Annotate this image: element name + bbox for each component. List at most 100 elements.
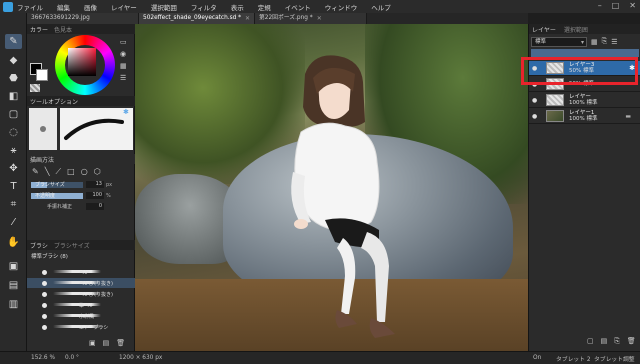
menu-file[interactable]: ファイル <box>17 2 43 12</box>
brush-tip-preview[interactable] <box>29 108 57 150</box>
freehand-icon[interactable]: ✎ <box>32 167 39 177</box>
stabilizer-slider[interactable]: 手振れ補正 <box>31 204 83 210</box>
zoom-level[interactable]: 152.6 % <box>31 355 55 361</box>
brush-size-row: ブラシサイズ 13 px <box>31 180 131 189</box>
visibility-icon[interactable]: ● <box>532 113 540 120</box>
layer-row[interactable]: ● レイヤー1 100% 標準 ▬ <box>529 109 640 124</box>
layer-copy-icon[interactable]: ⎘ <box>614 337 620 346</box>
crop-tool-icon[interactable]: ⌗ <box>5 197 22 212</box>
layer-opacity-slider[interactable] <box>531 49 639 57</box>
brush-control-header: ツールオプション <box>27 96 135 106</box>
menu-selection[interactable]: 選択範囲 <box>151 2 177 12</box>
lasso-tool-icon[interactable]: ◌ <box>5 125 22 140</box>
menu-event[interactable]: イベント <box>285 2 311 12</box>
menu-window[interactable]: ウィンドウ <box>325 2 358 12</box>
visibility-icon[interactable]: ● <box>532 97 540 104</box>
brush-settings-icon[interactable]: ✱ <box>123 108 129 116</box>
fill-tool-icon[interactable]: ⬣ <box>5 71 22 86</box>
menu-edit[interactable]: 編集 <box>57 2 70 12</box>
brush-item[interactable]: 水彩風 <box>27 311 135 321</box>
add-brush-icon[interactable]: ▣ <box>89 339 96 347</box>
rect-select-icon[interactable]: ▢ <box>5 107 22 122</box>
color-slider-mode-icon[interactable]: ▦ <box>120 62 127 70</box>
polygon-shape-icon[interactable]: ⬡ <box>94 167 101 177</box>
stabilizer-value[interactable]: 0 <box>86 203 104 210</box>
layer-row[interactable]: ● レイヤー 100% 標準 <box>529 93 640 108</box>
transparent-color-swatch[interactable] <box>30 84 40 92</box>
opacity-value[interactable]: 100 <box>86 192 104 199</box>
menu-ruler[interactable]: 定規 <box>258 2 271 12</box>
pen-tool-icon[interactable]: ✎ <box>5 34 22 49</box>
color-wheel-mode-icon[interactable]: ◉ <box>120 50 126 58</box>
layer-folder-icon[interactable]: ▤ <box>601 337 608 346</box>
brush-size-slider[interactable]: ブラシサイズ <box>31 181 83 188</box>
lock-icon[interactable]: ▦ <box>591 38 598 46</box>
tab-selection-range[interactable]: 選択範囲 <box>564 25 588 34</box>
line-icon[interactable]: ╲ <box>45 167 50 177</box>
layer-lock-icon[interactable]: ▬ <box>625 113 631 120</box>
layer-menu-icon[interactable]: ☰ <box>611 38 617 46</box>
text-tool-icon[interactable]: T <box>5 179 22 194</box>
clip-icon[interactable]: ⎘ <box>602 37 608 46</box>
delete-layer-icon[interactable]: 🗑 <box>627 337 636 346</box>
brush-item[interactable]: ペン(入り抜き) <box>27 289 135 299</box>
brush-item[interactable]: エアーブラシ <box>27 322 135 332</box>
tablet-adjust[interactable]: タブレット調整 <box>594 354 635 363</box>
new-layer-icon[interactable]: ▢ <box>587 337 594 346</box>
tab-document-3[interactable]: 第22回ポーズ.png * ✕ <box>255 13 367 24</box>
move-tool-icon[interactable]: ✥ <box>5 161 22 176</box>
delete-brush-icon[interactable]: 🗑 <box>116 339 125 347</box>
layer-mode-icon[interactable]: ▣ <box>5 259 22 274</box>
tab-close-icon[interactable]: ✕ <box>245 13 250 24</box>
tab-brush-size[interactable]: ブラシサイズ <box>54 241 90 250</box>
menu-layer[interactable]: レイヤー <box>111 2 137 12</box>
quick-mask-icon[interactable]: ▥ <box>5 297 22 312</box>
canvas[interactable] <box>135 24 528 351</box>
magic-wand-icon[interactable]: ⚹ <box>5 143 22 158</box>
background-color-swatch[interactable] <box>36 69 48 81</box>
color-wheel[interactable] <box>55 35 115 95</box>
color-menu-icon[interactable]: ☰ <box>120 74 126 82</box>
menu-help[interactable]: ヘルプ <box>371 2 391 12</box>
menu-view[interactable]: 表示 <box>231 2 244 12</box>
opacity-slider[interactable]: 不透明度 <box>31 192 83 199</box>
tablet-label[interactable]: タブレット 2 <box>556 354 591 363</box>
brush-folder-icon[interactable]: ▤ <box>103 339 110 347</box>
brush-item[interactable]: 筆ペン <box>27 300 135 310</box>
app-icon <box>3 1 13 12</box>
tab-close-icon[interactable]: ✕ <box>317 13 322 24</box>
eraser-tool-icon[interactable]: ◆ <box>5 53 22 68</box>
draw-method-label: 描画方法 <box>30 156 55 164</box>
brush-item[interactable]: ペン(入り抜き) <box>27 278 135 288</box>
tab-document-1[interactable]: 3667633691229.jpg <box>27 13 139 24</box>
rect-shape-icon[interactable]: □ <box>67 167 75 177</box>
color-mode-icon[interactable]: ▭ <box>120 38 127 46</box>
brush-size-value[interactable]: 13 <box>86 181 104 188</box>
hand-tool-icon[interactable]: ✋ <box>5 235 22 250</box>
tab-document-2[interactable]: 502effect_shade_09eyecatch.sd * ✕ <box>139 13 255 24</box>
pressure-status[interactable]: On <box>533 355 541 361</box>
eyedropper-icon[interactable]: ⁄ <box>5 215 22 230</box>
menu-filter[interactable]: フィルタ <box>191 2 217 12</box>
tab-color[interactable]: カラー <box>30 25 48 34</box>
rotation-angle[interactable]: 0.0 ° <box>65 355 79 361</box>
mask-mode-icon[interactable]: ▤ <box>5 278 22 293</box>
minimize-icon[interactable]: – <box>598 1 602 10</box>
polyline-icon[interactable]: ⟋ <box>56 167 62 177</box>
opacity-label: 不透明度 <box>35 192 56 199</box>
brush-size-label: ブラシサイズ <box>35 181 65 188</box>
tab-brush[interactable]: ブラシ <box>30 241 48 250</box>
tool-bar: ✎ ◆ ⬣ ◧ ▢ ◌ ⚹ ✥ T ⌗ ⁄ ✋ ▣ ▤ ▥ <box>0 13 27 351</box>
blend-mode-select[interactable]: 標準 <box>531 36 587 47</box>
window-controls: – □ ✕ <box>598 1 636 10</box>
ellipse-shape-icon[interactable]: ○ <box>81 167 88 177</box>
brush-group-label[interactable]: 標準ブラシ (8) <box>31 252 68 260</box>
tab-swatches[interactable]: 色見本 <box>54 25 72 34</box>
tab-layers[interactable]: レイヤー <box>532 25 556 34</box>
maximize-icon[interactable]: □ <box>612 1 620 10</box>
gradient-tool-icon[interactable]: ◧ <box>5 89 22 104</box>
saturation-value-square[interactable] <box>68 48 96 76</box>
close-icon[interactable]: ✕ <box>629 1 636 10</box>
menu-image[interactable]: 画像 <box>84 2 97 12</box>
brush-item[interactable]: ペン <box>27 267 135 277</box>
